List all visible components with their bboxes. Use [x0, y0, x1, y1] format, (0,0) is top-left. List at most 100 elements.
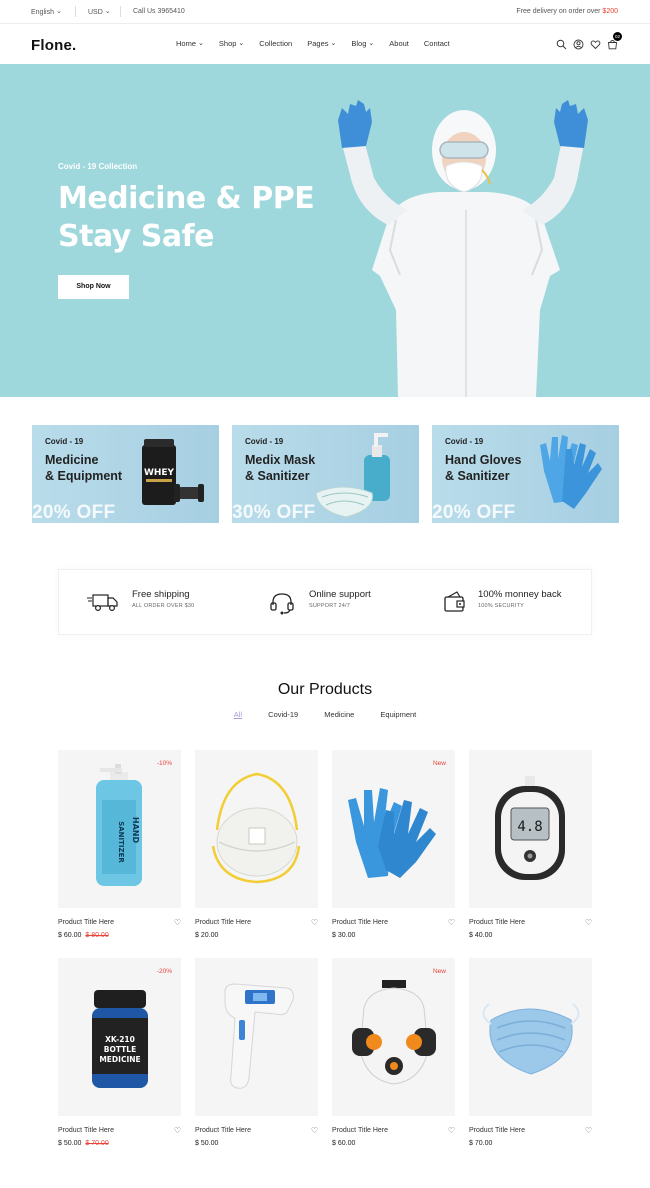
nav-pages[interactable]: Pages	[307, 39, 336, 48]
header-icons: 02	[556, 32, 622, 50]
product-image[interactable]	[469, 958, 592, 1116]
phone-text: Call Us 3965410	[133, 8, 185, 15]
account-icon[interactable]	[573, 37, 584, 50]
wishlist-heart-icon[interactable]: ♡	[585, 1126, 592, 1135]
banner-title: Medicine & Equipment	[45, 453, 123, 483]
search-icon[interactable]	[556, 37, 567, 50]
banner-subtitle: Covid - 19	[45, 437, 84, 446]
wishlist-heart-icon[interactable]: ♡	[174, 1126, 181, 1135]
wishlist-heart-icon[interactable]: ♡	[174, 918, 181, 927]
nav-home[interactable]: Home	[176, 39, 204, 48]
product-price: $ 60.00	[332, 1140, 356, 1147]
tab-all[interactable]: All	[234, 710, 242, 719]
product-price: $ 20.00	[195, 932, 219, 939]
promo-banner-medicine[interactable]: Covid - 19 Medicine & Equipment 20% OFF …	[32, 425, 219, 523]
product-image[interactable]: New	[332, 958, 455, 1116]
blue-gloves-image	[348, 788, 436, 878]
wishlist-heart-icon[interactable]: ♡	[448, 918, 455, 927]
product-title[interactable]: Product Title Here	[332, 1127, 388, 1134]
product-image[interactable]: XK-210 BOTTLE MEDICINE -20%	[58, 958, 181, 1116]
product-card[interactable]: New Product Title Here ♡ $ 60.00	[332, 958, 455, 1147]
section-title: Our Products	[277, 681, 373, 698]
promo-banner-gloves[interactable]: Covid - 19 Hand Gloves & Sanitizer 20% O…	[432, 425, 619, 523]
product-price: $ 70.00	[469, 1140, 493, 1147]
nav-shop[interactable]: Shop	[219, 39, 244, 48]
banner-title: Medix Mask & Sanitizer	[245, 453, 316, 483]
hero-title-line1: Medicine & PPE	[58, 181, 315, 216]
whey-label: WHEY	[144, 468, 175, 478]
product-price-row: $ 20.00	[195, 932, 218, 939]
gloves-image	[540, 435, 602, 509]
heart-icon[interactable]	[590, 37, 601, 50]
nav-collection[interactable]: Collection	[259, 39, 292, 48]
banner-discount: 30% OFF	[232, 502, 316, 523]
tab-equipment[interactable]: Equipment	[380, 710, 416, 719]
product-price: $ 30.00	[332, 932, 356, 939]
banner-subtitle: Covid - 19	[245, 437, 284, 446]
language-selector[interactable]: English	[31, 8, 62, 16]
nav-contact[interactable]: Contact	[424, 39, 450, 48]
product-title[interactable]: Product Title Here	[332, 919, 388, 926]
delivery-text: Free delivery on order over	[516, 8, 601, 15]
logo[interactable]: Flone.	[31, 37, 76, 54]
new-badge: New	[432, 968, 446, 975]
main-nav: Home Shop Collection Pages Blog About Co…	[176, 39, 465, 48]
product-image[interactable]: New	[332, 750, 455, 908]
product-image[interactable]	[195, 958, 318, 1116]
product-card[interactable]: Product Title Here ♡ $ 50.00	[195, 958, 318, 1147]
feature-title: Online support	[309, 589, 371, 600]
wishlist-heart-icon[interactable]: ♡	[448, 1126, 455, 1135]
product-card[interactable]: 4.8 Product Title Here ♡ $ 40.00	[469, 750, 592, 939]
feature-title: Free shipping	[132, 589, 190, 600]
sanitizer-label-top: HAND	[131, 817, 140, 844]
feature-online-support: Online support SUPPORT 24/7	[270, 589, 371, 615]
mask-sanitizer-image	[315, 433, 390, 518]
currency-selector[interactable]: USD	[88, 8, 111, 16]
product-image[interactable]	[195, 750, 318, 908]
product-title[interactable]: Product Title Here	[58, 919, 114, 926]
ppe-person-image	[338, 100, 588, 397]
features-strip: Free shipping ALL ORDER OVER $30 Online …	[58, 569, 592, 635]
divider	[120, 6, 121, 17]
nav-blog[interactable]: Blog	[351, 39, 374, 48]
product-title[interactable]: Product Title Here	[195, 919, 251, 926]
feature-desc: SUPPORT 24/7	[309, 603, 351, 609]
n95-mask-image	[211, 772, 301, 884]
cart-icon[interactable]: 02	[607, 32, 622, 50]
promo-banner-mask[interactable]: Covid - 19 Medix Mask & Sanitizer 30% OF…	[232, 425, 419, 523]
shop-now-button[interactable]: Shop Now	[58, 275, 129, 299]
product-card[interactable]: Product Title Here ♡ $ 70.00	[469, 958, 592, 1147]
product-title[interactable]: Product Title Here	[469, 1127, 525, 1134]
product-title[interactable]: Product Title Here	[195, 1127, 251, 1134]
product-price: $ 50.00	[195, 1140, 219, 1147]
tab-covid-19[interactable]: Covid-19	[268, 710, 298, 719]
feature-free-shipping: Free shipping ALL ORDER OVER $30	[87, 589, 195, 612]
wishlist-heart-icon[interactable]: ♡	[311, 1126, 318, 1135]
feature-title: 100% monney back	[478, 589, 562, 600]
feature-desc: 100% SECURITY	[478, 603, 525, 609]
wishlist-heart-icon[interactable]: ♡	[585, 918, 592, 927]
product-price-row: $ 70.00	[469, 1140, 492, 1147]
product-card[interactable]: XK-210 BOTTLE MEDICINE -20% Product Titl…	[58, 958, 181, 1147]
feature-desc: ALL ORDER OVER $30	[132, 603, 195, 609]
nav-about[interactable]: About	[389, 39, 409, 48]
bottle-label-line2: BOTTLE	[104, 1045, 136, 1054]
headset-icon	[270, 593, 294, 615]
product-card[interactable]: New Product Title Here ♡ $ 30.00	[332, 750, 455, 939]
wishlist-heart-icon[interactable]: ♡	[311, 918, 318, 927]
surgical-mask-image	[482, 1003, 580, 1075]
hero-subtitle: Covid - 19 Collection	[58, 162, 138, 171]
tab-medicine[interactable]: Medicine	[324, 710, 354, 719]
product-price-row: $ 50.00 $ 70.00	[58, 1140, 109, 1147]
product-image[interactable]: 4.8	[469, 750, 592, 908]
thermometer-image	[224, 983, 294, 1089]
product-title[interactable]: Product Title Here	[469, 919, 525, 926]
product-card[interactable]: HAND SANITIZER -10% Product Title Here ♡…	[58, 750, 181, 939]
glucometer-image: 4.8	[495, 776, 565, 880]
product-card[interactable]: Product Title Here ♡ $ 20.00	[195, 750, 318, 939]
bottle-label-line1: XK-210	[105, 1035, 135, 1044]
product-image[interactable]: HAND SANITIZER -10%	[58, 750, 181, 908]
feature-money-back: 100% monney back 100% SECURITY	[444, 589, 562, 612]
product-title[interactable]: Product Title Here	[58, 1127, 114, 1134]
whey-container-image: WHEY	[142, 439, 204, 505]
